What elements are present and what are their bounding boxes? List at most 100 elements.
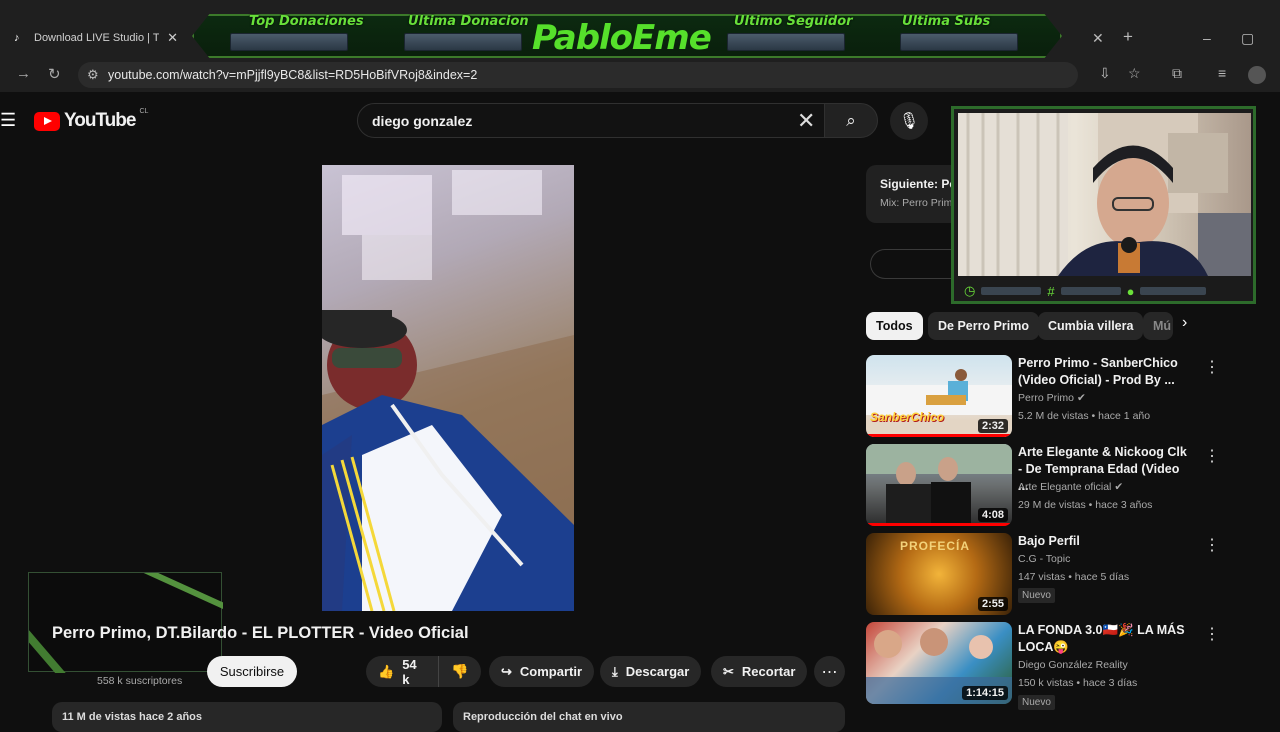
- clip-button[interactable]: ✂ Recortar: [711, 656, 808, 687]
- minimize-icon[interactable]: –: [1203, 30, 1211, 46]
- subscriber-count: 558 k suscriptores: [97, 675, 183, 687]
- url-text: youtube.com/watch?v=mPjjfl9yBC8&list=RD5…: [108, 68, 478, 82]
- media-control-icon[interactable]: ≡: [1218, 65, 1226, 81]
- microphone-icon: 🎙: [898, 113, 920, 130]
- video-thumbnail[interactable]: PROFECÍA 2:55: [866, 533, 1012, 615]
- search-input[interactable]: diego gonzalez: [357, 103, 832, 138]
- video-duration: 2:32: [977, 419, 1008, 433]
- overlay-label-last-donation: Ultima Donacion: [408, 14, 529, 29]
- thumbnail-text: SanberChico: [870, 410, 945, 424]
- video-frame-illustration: [322, 170, 574, 611]
- overlay-value-box: [230, 33, 348, 51]
- subscribe-button[interactable]: Suscribirse: [207, 656, 297, 687]
- channel-name: Arte Elegante oficial: [1018, 481, 1112, 493]
- chip-perro-primo[interactable]: De Perro Primo: [928, 312, 1040, 340]
- search-query: diego gonzalez: [372, 112, 473, 129]
- recommended-video[interactable]: 1:14:15 LA FONDA 3.0🇨🇱🎉 LA MÁS LOCA😜 Die…: [866, 622, 1226, 710]
- search-icon: ⌕: [846, 110, 856, 130]
- dislike-button[interactable]: 👎: [438, 656, 481, 687]
- more-dots-icon: ⋯: [821, 663, 838, 681]
- watch-progress-bar: [866, 434, 1012, 437]
- webcam-stats-strip: ◷ # ●: [958, 282, 1251, 300]
- browser-tab[interactable]: ♪ Download LIVE Studio | Tik ✕: [6, 26, 186, 50]
- maximize-icon[interactable]: ▢: [1241, 30, 1254, 47]
- menu-icon[interactable]: ☰: [0, 110, 16, 131]
- video-title[interactable]: LA FONDA 3.0🇨🇱🎉 LA MÁS LOCA😜: [1018, 622, 1188, 656]
- bookmark-star-icon[interactable]: ☆: [1128, 65, 1141, 82]
- mix-label: Mix: Perro Prim: [880, 197, 953, 209]
- channel-row[interactable]: Perro Primo ✔: [1018, 392, 1086, 404]
- new-badge: Nuevo: [1018, 588, 1055, 603]
- thumbs-down-icon: 👎: [451, 663, 469, 679]
- scissors-icon: ✂: [723, 663, 734, 679]
- overlay-value-box: [727, 33, 845, 51]
- video-duration: 4:08: [977, 508, 1008, 522]
- close-icon[interactable]: ✕: [1092, 30, 1104, 47]
- more-options-icon[interactable]: ⋮: [1204, 535, 1220, 555]
- overlay-value-box: [900, 33, 1018, 51]
- video-thumbnail[interactable]: SanberChico 2:32: [866, 355, 1012, 437]
- recommended-video[interactable]: SanberChico 2:32 Perro Primo - SanberChi…: [866, 355, 1226, 437]
- overlay-label-top-donations: Top Donaciones: [249, 14, 364, 29]
- url-field[interactable]: ⚙ youtube.com/watch?v=mPjjfl9yBC8&list=R…: [78, 62, 1078, 88]
- more-actions-button[interactable]: ⋯: [814, 656, 845, 687]
- more-options-icon[interactable]: ⋮: [1204, 624, 1220, 644]
- overlay-label-last-sub: Ultima Subs: [902, 14, 991, 29]
- reload-icon[interactable]: ↻: [48, 65, 61, 83]
- leaf-decoration: [29, 573, 223, 673]
- verified-icon: ✔: [1114, 481, 1124, 493]
- channel-name[interactable]: Diego González Reality: [1018, 659, 1128, 671]
- search-button[interactable]: ⌕: [824, 103, 878, 138]
- chip-label: De Perro Primo: [938, 319, 1030, 333]
- views-line: 11 M de vistas hace 2 años: [62, 711, 203, 723]
- chat-input-outline[interactable]: [870, 249, 960, 279]
- chip-music[interactable]: Mú: [1143, 312, 1173, 340]
- chip-label: Todos: [876, 319, 913, 333]
- install-app-icon[interactable]: ⇩: [1099, 65, 1111, 82]
- like-count: 54 k: [402, 656, 417, 687]
- profile-avatar[interactable]: [1248, 66, 1266, 84]
- user-icon: ●: [1126, 283, 1135, 299]
- forward-icon[interactable]: →: [16, 65, 31, 82]
- overlay-label-last-follower: Ultimo Seguidor: [734, 14, 853, 29]
- voice-search-button[interactable]: 🎙: [890, 102, 928, 140]
- chevron-right-icon[interactable]: ›: [1182, 314, 1187, 332]
- clip-label: Recortar: [741, 664, 796, 679]
- tab-close-icon[interactable]: ✕: [167, 30, 178, 46]
- video-thumbnail[interactable]: 1:14:15: [866, 622, 1012, 704]
- new-badge: Nuevo: [1018, 695, 1055, 710]
- recommended-video[interactable]: PROFECÍA 2:55 Bajo Perfil C.G - Topic 14…: [866, 533, 1226, 615]
- video-duration: 1:14:15: [962, 686, 1008, 700]
- share-icon: ↪: [501, 663, 512, 679]
- chip-all[interactable]: Todos: [866, 312, 923, 340]
- chip-label: Cumbia villera: [1048, 319, 1134, 333]
- stream-overlay-box: [28, 572, 223, 673]
- video-title[interactable]: Bajo Perfil: [1018, 533, 1188, 550]
- download-label: Descargar: [625, 664, 690, 679]
- more-options-icon[interactable]: ⋮: [1204, 357, 1220, 377]
- subscribe-label: Suscribirse: [219, 664, 285, 679]
- youtube-logo[interactable]: YouTube CL: [34, 108, 148, 132]
- chip-cumbia-villera[interactable]: Cumbia villera: [1038, 312, 1144, 340]
- channel-name[interactable]: C.G - Topic: [1018, 553, 1070, 565]
- overlay-value-box: [404, 33, 522, 51]
- description-box[interactable]: 11 M de vistas hace 2 años: [52, 702, 442, 732]
- recommended-video[interactable]: 4:08 Arte Elegante & Nickoog Clk - De Te…: [866, 444, 1226, 526]
- video-meta: 29 M de vistas • hace 3 años: [1018, 499, 1153, 511]
- like-button[interactable]: 👍 54 k: [366, 656, 438, 687]
- video-thumbnail[interactable]: 4:08: [866, 444, 1012, 526]
- channel-row[interactable]: Arte Elegante oficial ✔: [1018, 481, 1123, 493]
- download-button[interactable]: ⤓ Descargar: [600, 656, 702, 687]
- live-chat-replay[interactable]: Reproducción del chat en vivo: [453, 702, 845, 732]
- site-settings-icon[interactable]: ⚙: [87, 67, 99, 83]
- extensions-icon[interactable]: ⧉: [1172, 65, 1182, 82]
- video-title[interactable]: Perro Primo - SanberChico (Video Oficial…: [1018, 355, 1188, 389]
- new-tab-icon[interactable]: +: [1123, 27, 1133, 47]
- more-options-icon[interactable]: ⋮: [1204, 446, 1220, 466]
- webcam-feed: [958, 113, 1251, 276]
- stat-bar: [1140, 287, 1207, 295]
- video-player[interactable]: [322, 165, 574, 611]
- share-button[interactable]: ↪ Compartir: [489, 656, 595, 687]
- clear-search-icon[interactable]: ✕: [797, 108, 815, 134]
- stream-overlay-banner: Top Donaciones Ultima Donacion PabloEme …: [192, 14, 1062, 58]
